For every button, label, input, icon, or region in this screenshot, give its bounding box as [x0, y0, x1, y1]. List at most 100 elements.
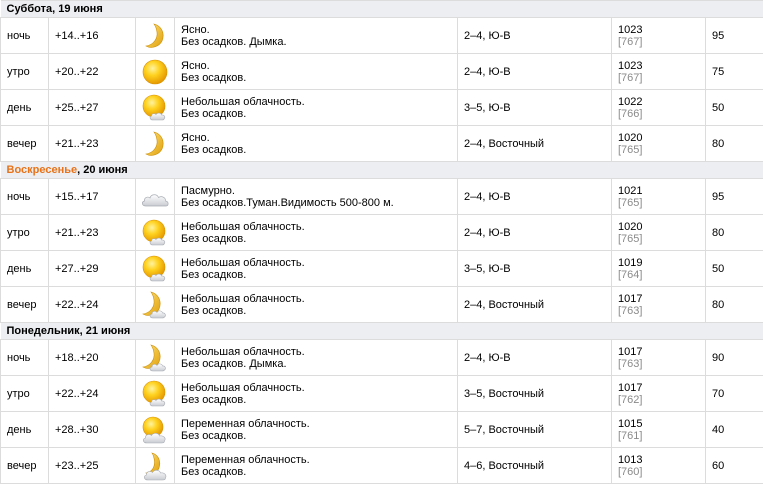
humidity: 80 — [704, 214, 763, 251]
time-of-day: вечер — [0, 125, 49, 162]
pressure: 1013 [760] — [611, 447, 706, 484]
wind: 2–4, Ю-В — [457, 178, 612, 215]
day-header-cell: Понедельник, 21 июня — [0, 322, 763, 340]
weather-description: Небольшая облачность. Без осадков. — [174, 375, 458, 412]
day-date: , 19 июня — [52, 3, 103, 15]
sky-condition: Небольшая облачность. — [181, 220, 305, 233]
forecast-row: утро +22..+24 Небольшая облачность. Без оса… — [0, 375, 763, 412]
pressure-mmhg: [765] — [618, 143, 643, 156]
day-header: Суббота, 19 июня — [0, 0, 763, 18]
wind: 3–5, Ю-В — [457, 89, 612, 126]
moon-icon — [137, 20, 174, 52]
weather-icon-cell — [135, 89, 175, 126]
humidity: 95 — [704, 178, 763, 215]
sun-cloud-icon — [137, 92, 174, 124]
sky-condition: Небольшая облачность. — [181, 292, 305, 305]
weather-icon-cell — [135, 53, 175, 90]
precipitation-condition: Без осадков. — [181, 465, 247, 478]
weather-description: Переменная облачность. Без осадков. — [174, 447, 458, 484]
pressure: 1023 [767] — [611, 53, 706, 90]
wind: 2–4, Восточный — [457, 286, 612, 323]
precipitation-condition: Без осадков. — [181, 268, 247, 281]
humidity: 80 — [704, 125, 763, 162]
humidity: 90 — [704, 339, 763, 376]
temperature: +14..+16 — [48, 17, 136, 54]
pressure: 1023 [767] — [611, 17, 706, 54]
weather-icon-cell — [135, 214, 175, 251]
wind: 3–5, Ю-В — [457, 250, 612, 287]
humidity: 60 — [704, 447, 763, 484]
weather-description: Переменная облачность. Без осадков. — [174, 411, 458, 448]
pressure: 1017 [763] — [611, 339, 706, 376]
wind: 2–4, Ю-В — [457, 53, 612, 90]
forecast-row: ночь +18..+20 Небольшая облачность. Без оса… — [0, 339, 763, 376]
precipitation-condition: Без осадков. — [181, 304, 247, 317]
wind: 2–4, Ю-В — [457, 214, 612, 251]
sky-condition: Ясно. — [181, 131, 210, 144]
forecast-row: утро +21..+23 Небольшая облачность. Без оса… — [0, 214, 763, 251]
pressure: 1015 [761] — [611, 411, 706, 448]
pressure-mmhg: [762] — [618, 393, 643, 406]
pressure-hpa: 1019 — [618, 256, 643, 269]
moon-cloud-icon — [137, 342, 174, 374]
time-of-day: ночь — [0, 17, 49, 54]
sky-condition: Ясно. — [181, 59, 210, 72]
pressure-mmhg: [766] — [618, 107, 643, 120]
day-name: Суббота — [6, 3, 53, 15]
day-header-cell: Воскресенье, 20 июня — [0, 161, 763, 179]
day-header-cell: Суббота, 19 июня — [0, 0, 763, 18]
pressure-hpa: 1013 — [618, 453, 643, 466]
wind: 3–5, Восточный — [457, 375, 612, 412]
forecast-row: утро +20..+22 Ясно. Без осадков. 2–4, Ю-В 102… — [0, 53, 763, 90]
sky-condition: Небольшая облачность. — [181, 345, 305, 358]
day-date: , 21 июня — [79, 325, 131, 337]
humidity: 95 — [704, 17, 763, 54]
weather-description: Ясно. Без осадков. Дымка. — [174, 17, 458, 54]
weather-icon-cell — [135, 375, 175, 412]
pressure: 1019 [764] — [611, 250, 706, 287]
sun-cloud-icon — [137, 217, 174, 249]
sky-condition: Пасмурно. — [181, 184, 235, 197]
sun-cloud2-icon — [137, 414, 174, 446]
precipitation-condition: Без осадков. — [181, 393, 247, 406]
temperature: +28..+30 — [48, 411, 136, 448]
precipitation-condition: Без осадков. — [181, 232, 247, 245]
wind: 4–6, Восточный — [457, 447, 612, 484]
weather-description: Небольшая облачность. Без осадков. — [174, 89, 458, 126]
precipitation-condition: Без осадков. Дымка. — [181, 357, 287, 370]
time-of-day: день — [0, 250, 49, 287]
pressure-mmhg: [763] — [618, 357, 643, 370]
pressure-hpa: 1020 — [618, 220, 643, 233]
weather-icon-cell — [135, 339, 175, 376]
pressure-mmhg: [764] — [618, 268, 643, 281]
weather-icon-cell — [135, 286, 175, 323]
temperature: +21..+23 — [48, 214, 136, 251]
moon-icon — [137, 128, 174, 160]
humidity: 40 — [704, 411, 763, 448]
precipitation-condition: Без осадков.Туман.Видимость 500-800 м. — [181, 196, 394, 209]
humidity: 75 — [704, 53, 763, 90]
moon-cloud-icon — [137, 289, 174, 321]
temperature: +27..+29 — [48, 250, 136, 287]
sky-condition: Ясно. — [181, 23, 210, 36]
moon-cloud2-icon — [137, 450, 174, 482]
pressure: 1020 [765] — [611, 214, 706, 251]
pressure-mmhg: [765] — [618, 196, 643, 209]
pressure-mmhg: [767] — [618, 71, 643, 84]
pressure-mmhg: [767] — [618, 35, 643, 48]
pressure-hpa: 1017 — [618, 292, 643, 305]
sky-condition: Переменная облачность. — [181, 453, 310, 466]
time-of-day: вечер — [0, 286, 49, 323]
temperature: +22..+24 — [48, 375, 136, 412]
pressure-mmhg: [765] — [618, 232, 643, 245]
weather-icon-cell — [135, 125, 175, 162]
temperature: +23..+25 — [48, 447, 136, 484]
forecast-row: вечер +21..+23 Ясно. Без осадков. 2–4, Восто… — [0, 125, 763, 162]
temperature: +22..+24 — [48, 286, 136, 323]
time-of-day: день — [0, 89, 49, 126]
time-of-day: вечер — [0, 447, 49, 484]
time-of-day: ночь — [0, 339, 49, 376]
pressure-hpa: 1020 — [618, 131, 643, 144]
day-header: Понедельник, 21 июня — [0, 322, 763, 340]
weather-icon-cell — [135, 250, 175, 287]
